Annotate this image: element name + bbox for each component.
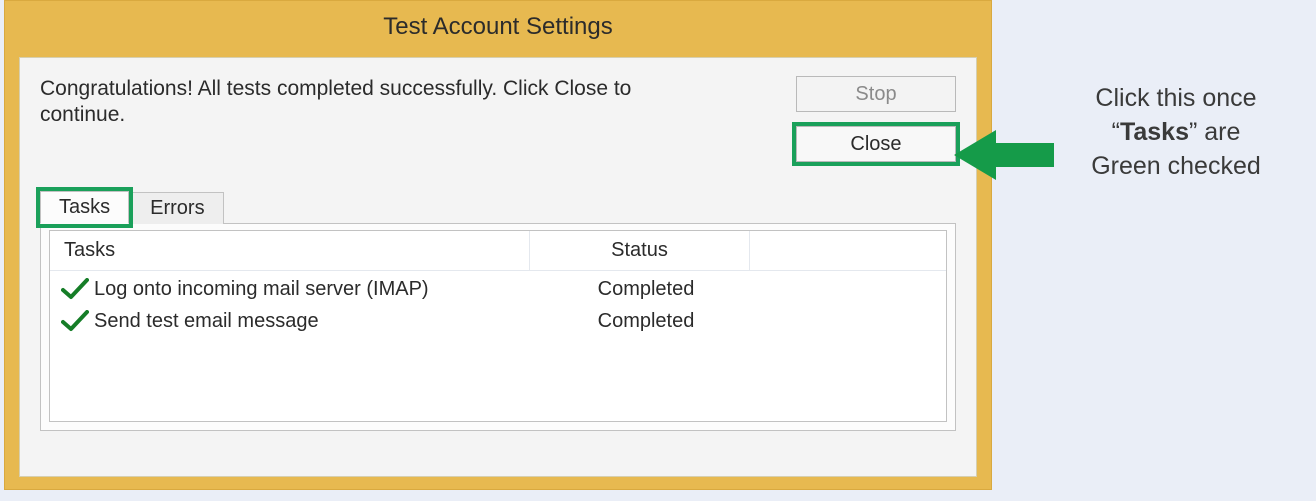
instruction-callout: Click this once “Tasks” are Green checke… <box>1002 82 1302 183</box>
check-icon <box>56 278 94 300</box>
table-row: Log onto incoming mail server (IMAP) Com… <box>50 273 946 305</box>
check-icon <box>56 310 94 332</box>
callout-tasks-word: Tasks <box>1120 118 1189 146</box>
test-account-settings-dialog: Test Account Settings Congratulations! A… <box>4 0 992 490</box>
column-header-status[interactable]: Status <box>530 231 750 270</box>
tab-strip: Tasks Errors <box>40 188 956 224</box>
tab-errors-label: Errors <box>150 197 204 219</box>
grid-body: Log onto incoming mail server (IMAP) Com… <box>50 271 946 421</box>
tab-tasks[interactable]: Tasks <box>40 191 129 224</box>
dialog-titlebar: Test Account Settings <box>5 1 991 53</box>
close-button-label: Close <box>850 133 901 156</box>
task-name: Send test email message <box>94 305 536 337</box>
table-row: Send test email message Completed <box>50 305 946 337</box>
status-message: Congratulations! All tests completed suc… <box>40 76 680 129</box>
arrow-left-icon <box>954 126 1054 184</box>
close-button[interactable]: Close <box>796 126 956 162</box>
callout-text: Click this once “Tasks” are Green checke… <box>1050 82 1302 183</box>
tasks-grid: Tasks Status Log onto incoming mail serv… <box>49 230 947 422</box>
callout-line1: Click this once <box>1095 84 1256 112</box>
dialog-top-row: Congratulations! All tests completed suc… <box>40 76 956 162</box>
grid-header: Tasks Status <box>50 231 946 271</box>
callout-quote-open: “ <box>1112 118 1120 146</box>
task-status: Completed <box>536 273 756 305</box>
column-header-tasks[interactable]: Tasks <box>50 231 530 270</box>
task-status: Completed <box>536 305 756 337</box>
callout-quote-close: ” are <box>1189 118 1240 146</box>
stop-button: Stop <box>796 76 956 112</box>
tab-tasks-label: Tasks <box>59 196 110 218</box>
tasks-tab-panel: Tasks Status Log onto incoming mail serv… <box>40 223 956 431</box>
dialog-title: Test Account Settings <box>383 13 612 41</box>
button-column: Stop Close <box>796 76 956 162</box>
callout-line3: Green checked <box>1091 152 1261 180</box>
tab-errors[interactable]: Errors <box>131 192 223 224</box>
stop-button-label: Stop <box>855 83 896 106</box>
column-header-blank <box>750 231 946 270</box>
task-name: Log onto incoming mail server (IMAP) <box>94 273 536 305</box>
dialog-body: Congratulations! All tests completed suc… <box>19 57 977 477</box>
